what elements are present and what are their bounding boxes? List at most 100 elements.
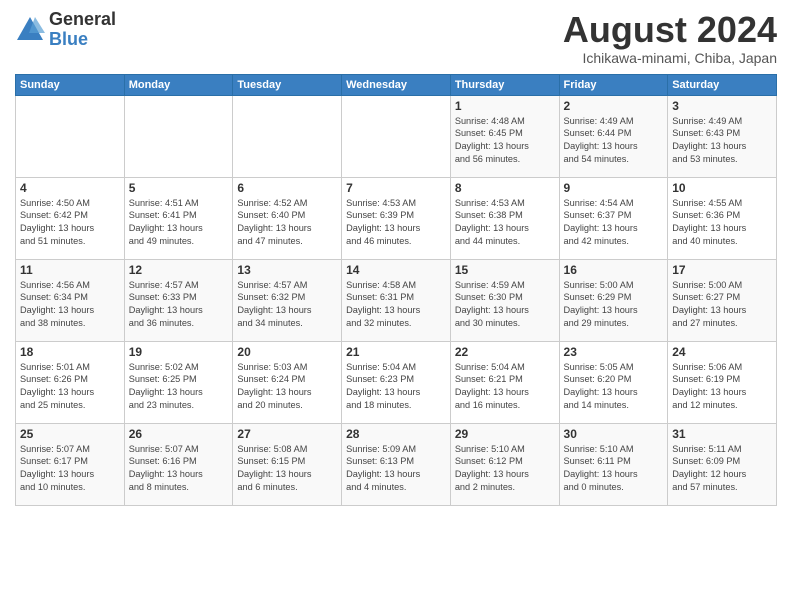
cell-content: Sunrise: 5:11 AM Sunset: 6:09 PM Dayligh… (672, 443, 772, 495)
cell-content: Sunrise: 4:51 AM Sunset: 6:41 PM Dayligh… (129, 197, 229, 249)
header-friday: Friday (559, 74, 668, 95)
day-number: 25 (20, 427, 120, 441)
calendar-week-4: 18 Sunrise: 5:01 AM Sunset: 6:26 PM Dayli… (16, 341, 777, 423)
cell-content: Sunrise: 5:00 AM Sunset: 6:29 PM Dayligh… (564, 279, 664, 331)
cell-content: Sunrise: 4:57 AM Sunset: 6:33 PM Dayligh… (129, 279, 229, 331)
day-number: 18 (20, 345, 120, 359)
calendar-cell: 26Sunrise: 5:07 AM Sunset: 6:16 PM Dayli… (124, 423, 233, 505)
cell-content: Sunrise: 5:05 AM Sunset: 6:20 PM Dayligh… (564, 361, 664, 413)
cell-content: Sunrise: 4:53 AM Sunset: 6:38 PM Dayligh… (455, 197, 555, 249)
calendar-cell (342, 95, 451, 177)
calendar-week-1: 1 Sunrise: 4:48 AM Sunset: 6:45 PM Daylig… (16, 95, 777, 177)
day-number: 30 (564, 427, 664, 441)
cell-content: Sunrise: 5:09 AM Sunset: 6:13 PM Dayligh… (346, 443, 446, 495)
cell-content: Sunrise: 4:50 AM Sunset: 6:42 PM Dayligh… (20, 197, 120, 249)
cell-content: Sunrise: 5:08 AM Sunset: 6:15 PM Dayligh… (237, 443, 337, 495)
calendar-cell: 8 Sunrise: 4:53 AM Sunset: 6:38 PM Daylig… (450, 177, 559, 259)
day-number: 8 (455, 181, 555, 195)
calendar-cell: 23 Sunrise: 5:05 AM Sunset: 6:20 PM Dayli… (559, 341, 668, 423)
calendar-cell: 17 Sunrise: 5:00 AM Sunset: 6:27 PM Dayli… (668, 259, 777, 341)
calendar-cell: 30 Sunrise: 5:10 AM Sunset: 6:11 PM Dayli… (559, 423, 668, 505)
calendar-cell: 21 Sunrise: 5:04 AM Sunset: 6:23 PM Dayli… (342, 341, 451, 423)
calendar-week-3: 11Sunrise: 4:56 AM Sunset: 6:34 PM Dayli… (16, 259, 777, 341)
cell-content: Sunrise: 4:49 AM Sunset: 6:43 PM Dayligh… (672, 115, 772, 167)
cell-content: Sunrise: 5:02 AM Sunset: 6:25 PM Dayligh… (129, 361, 229, 413)
calendar-week-5: 25 Sunrise: 5:07 AM Sunset: 6:17 PM Dayli… (16, 423, 777, 505)
logo-icon (15, 15, 45, 45)
cell-content: Sunrise: 5:03 AM Sunset: 6:24 PM Dayligh… (237, 361, 337, 413)
calendar-cell: 29Sunrise: 5:10 AM Sunset: 6:12 PM Dayli… (450, 423, 559, 505)
day-number: 17 (672, 263, 772, 277)
title-area: August 2024 Ichikawa-minami, Chiba, Japa… (563, 10, 777, 66)
calendar-cell: 22 Sunrise: 5:04 AM Sunset: 6:21 PM Dayli… (450, 341, 559, 423)
calendar-table: Sunday Monday Tuesday Wednesday Thursday… (15, 74, 777, 506)
day-number: 12 (129, 263, 229, 277)
header-tuesday: Tuesday (233, 74, 342, 95)
calendar-cell: 15 Sunrise: 4:59 AM Sunset: 6:30 PM Dayli… (450, 259, 559, 341)
day-number: 9 (564, 181, 664, 195)
day-number: 13 (237, 263, 337, 277)
month-title: August 2024 (563, 10, 777, 50)
calendar-cell (233, 95, 342, 177)
day-number: 11 (20, 263, 120, 277)
page-container: General Blue August 2024 Ichikawa-minami… (0, 0, 792, 516)
calendar-cell: 4Sunrise: 4:50 AM Sunset: 6:42 PM Daylig… (16, 177, 125, 259)
day-number: 19 (129, 345, 229, 359)
logo-blue: Blue (49, 30, 116, 50)
day-number: 16 (564, 263, 664, 277)
day-number: 21 (346, 345, 446, 359)
cell-content: Sunrise: 5:06 AM Sunset: 6:19 PM Dayligh… (672, 361, 772, 413)
day-number: 23 (564, 345, 664, 359)
calendar-cell: 7Sunrise: 4:53 AM Sunset: 6:39 PM Daylig… (342, 177, 451, 259)
calendar-cell (16, 95, 125, 177)
calendar-cell: 28 Sunrise: 5:09 AM Sunset: 6:13 PM Dayli… (342, 423, 451, 505)
header-wednesday: Wednesday (342, 74, 451, 95)
day-number: 15 (455, 263, 555, 277)
calendar-body: 1 Sunrise: 4:48 AM Sunset: 6:45 PM Daylig… (16, 95, 777, 505)
cell-content: Sunrise: 5:07 AM Sunset: 6:17 PM Dayligh… (20, 443, 120, 495)
calendar-cell: 31Sunrise: 5:11 AM Sunset: 6:09 PM Dayli… (668, 423, 777, 505)
day-number: 29 (455, 427, 555, 441)
header-row: Sunday Monday Tuesday Wednesday Thursday… (16, 74, 777, 95)
cell-content: Sunrise: 4:48 AM Sunset: 6:45 PM Dayligh… (455, 115, 555, 167)
cell-content: Sunrise: 4:52 AM Sunset: 6:40 PM Dayligh… (237, 197, 337, 249)
calendar-cell: 9Sunrise: 4:54 AM Sunset: 6:37 PM Daylig… (559, 177, 668, 259)
logo-general: General (49, 10, 116, 30)
day-number: 5 (129, 181, 229, 195)
calendar-cell: 1 Sunrise: 4:48 AM Sunset: 6:45 PM Daylig… (450, 95, 559, 177)
day-number: 1 (455, 99, 555, 113)
location: Ichikawa-minami, Chiba, Japan (563, 50, 777, 66)
cell-content: Sunrise: 5:00 AM Sunset: 6:27 PM Dayligh… (672, 279, 772, 331)
day-number: 6 (237, 181, 337, 195)
cell-content: Sunrise: 5:04 AM Sunset: 6:21 PM Dayligh… (455, 361, 555, 413)
calendar-cell: 16 Sunrise: 5:00 AM Sunset: 6:29 PM Dayli… (559, 259, 668, 341)
calendar-cell: 20Sunrise: 5:03 AM Sunset: 6:24 PM Dayli… (233, 341, 342, 423)
calendar-header: Sunday Monday Tuesday Wednesday Thursday… (16, 74, 777, 95)
calendar-cell: 3 Sunrise: 4:49 AM Sunset: 6:43 PM Daylig… (668, 95, 777, 177)
calendar-cell: 25 Sunrise: 5:07 AM Sunset: 6:17 PM Dayli… (16, 423, 125, 505)
calendar-cell: 14Sunrise: 4:58 AM Sunset: 6:31 PM Dayli… (342, 259, 451, 341)
cell-content: Sunrise: 5:04 AM Sunset: 6:23 PM Dayligh… (346, 361, 446, 413)
day-number: 7 (346, 181, 446, 195)
cell-content: Sunrise: 5:01 AM Sunset: 6:26 PM Dayligh… (20, 361, 120, 413)
day-number: 3 (672, 99, 772, 113)
calendar-cell: 13 Sunrise: 4:57 AM Sunset: 6:32 PM Dayli… (233, 259, 342, 341)
calendar-cell: 10 Sunrise: 4:55 AM Sunset: 6:36 PM Dayli… (668, 177, 777, 259)
day-number: 22 (455, 345, 555, 359)
cell-content: Sunrise: 4:57 AM Sunset: 6:32 PM Dayligh… (237, 279, 337, 331)
day-number: 10 (672, 181, 772, 195)
cell-content: Sunrise: 5:10 AM Sunset: 6:11 PM Dayligh… (564, 443, 664, 495)
day-number: 28 (346, 427, 446, 441)
calendar-cell: 6 Sunrise: 4:52 AM Sunset: 6:40 PM Daylig… (233, 177, 342, 259)
day-number: 27 (237, 427, 337, 441)
cell-content: Sunrise: 4:55 AM Sunset: 6:36 PM Dayligh… (672, 197, 772, 249)
cell-content: Sunrise: 5:07 AM Sunset: 6:16 PM Dayligh… (129, 443, 229, 495)
day-number: 2 (564, 99, 664, 113)
cell-content: Sunrise: 4:59 AM Sunset: 6:30 PM Dayligh… (455, 279, 555, 331)
calendar-cell: 19 Sunrise: 5:02 AM Sunset: 6:25 PM Dayli… (124, 341, 233, 423)
logo-text: General Blue (49, 10, 116, 50)
calendar-cell (124, 95, 233, 177)
header-thursday: Thursday (450, 74, 559, 95)
header-saturday: Saturday (668, 74, 777, 95)
header-sunday: Sunday (16, 74, 125, 95)
